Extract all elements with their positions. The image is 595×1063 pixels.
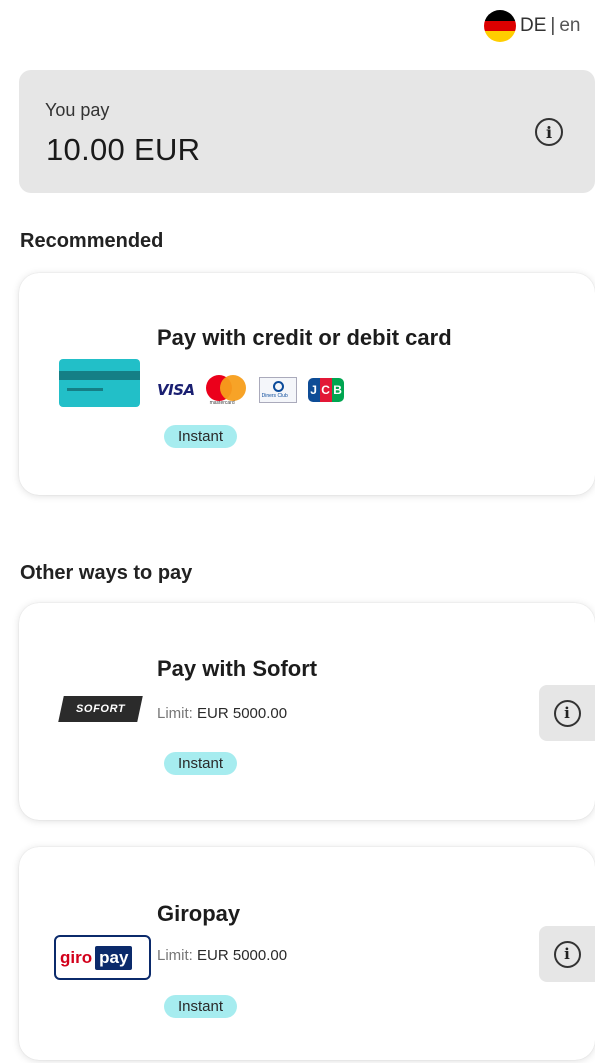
card-brand-logos: VISA mastercard Diners Club JCB (157, 375, 344, 406)
instant-badge: Instant (164, 425, 238, 448)
instant-badge: Instant (164, 995, 238, 1018)
visa-logo: VISA (157, 381, 195, 399)
giropay-logo: giro pay (54, 935, 151, 980)
payment-amount: 10.00 EUR (46, 132, 201, 167)
language-de[interactable]: DE (520, 15, 546, 37)
section-title-other: Other ways to pay (20, 562, 193, 584)
method-title: Giropay (157, 901, 241, 926)
credit-card-icon (59, 359, 140, 407)
info-button[interactable]: i (539, 685, 595, 741)
limit-text: Limit: EUR 5000.00 (157, 947, 288, 964)
payment-summary: You pay 10.00 EUR i (19, 70, 595, 193)
method-title: Pay with credit or debit card (157, 325, 452, 350)
mastercard-logo: mastercard (205, 375, 248, 406)
german-flag-icon (484, 10, 516, 42)
diners-club-logo: Diners Club (258, 377, 297, 403)
payment-method-sofort[interactable]: SOFORT Pay with Sofort Limit: EUR 5000.0… (19, 603, 595, 820)
info-button[interactable]: i (539, 926, 595, 982)
sofort-logo: SOFORT (58, 696, 143, 722)
jcb-logo: JCB (307, 378, 344, 402)
you-pay-label: You pay (45, 100, 110, 120)
method-title: Pay with Sofort (157, 656, 318, 681)
limit-text: Limit: EUR 5000.00 (157, 705, 288, 722)
payment-method-card[interactable]: Pay with credit or debit card VISA maste… (19, 273, 595, 495)
payment-method-giropay[interactable]: giro pay Giropay Limit: EUR 5000.00 Insta… (19, 847, 595, 1060)
section-title-recommended: Recommended (20, 230, 164, 252)
language-separator: | (550, 15, 556, 36)
info-icon[interactable]: i (535, 118, 563, 146)
info-icon: i (553, 940, 581, 968)
info-icon: i (553, 699, 581, 727)
instant-badge: Instant (164, 752, 238, 775)
language-switcher[interactable]: DE | en (484, 10, 580, 42)
language-en[interactable]: en (559, 15, 580, 37)
